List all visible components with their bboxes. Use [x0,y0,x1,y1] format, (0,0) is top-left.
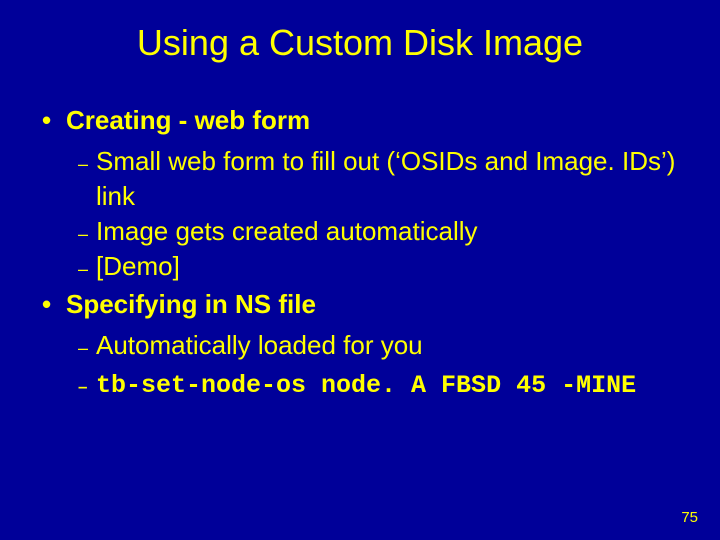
dash-icon: – [78,222,96,246]
sub-bullet-code: –tb-set-node-os node. A FBSD 45 -MINE [42,371,690,400]
sub-bullet-form-text: Small web form to fill out (‘OSIDs and I… [96,146,675,211]
dash-icon: – [78,257,96,281]
bullet-dot-icon: • [42,288,66,322]
bullet-creating: •Creating - web form [42,104,690,138]
slide-content: •Creating - web form –Small web form to … [0,76,720,400]
bullet-dot-icon: • [42,104,66,138]
page-number: 75 [681,509,698,526]
dash-icon: – [78,377,96,397]
bullet-specifying: •Specifying in NS file [42,288,690,322]
dash-icon: – [78,336,96,360]
slide-title: Using a Custom Disk Image [0,0,720,76]
sub-bullet-autoload-text: Automatically loaded for you [96,330,423,360]
sub-bullet-demo: –[Demo] [42,249,690,284]
dash-icon: – [78,152,96,176]
bullet-creating-text: Creating - web form [66,105,310,135]
sub-bullet-demo-text: [Demo] [96,251,180,281]
bullet-specifying-text: Specifying in NS file [66,289,316,319]
code-text: tb-set-node-os node. A FBSD 45 -MINE [96,371,636,400]
sub-bullet-auto-text: Image gets created automatically [96,216,478,246]
sub-bullet-form: –Small web form to fill out (‘OSIDs and … [42,144,690,214]
sub-bullet-autoload: –Automatically loaded for you [42,328,690,363]
sub-bullet-auto: –Image gets created automatically [42,214,690,249]
